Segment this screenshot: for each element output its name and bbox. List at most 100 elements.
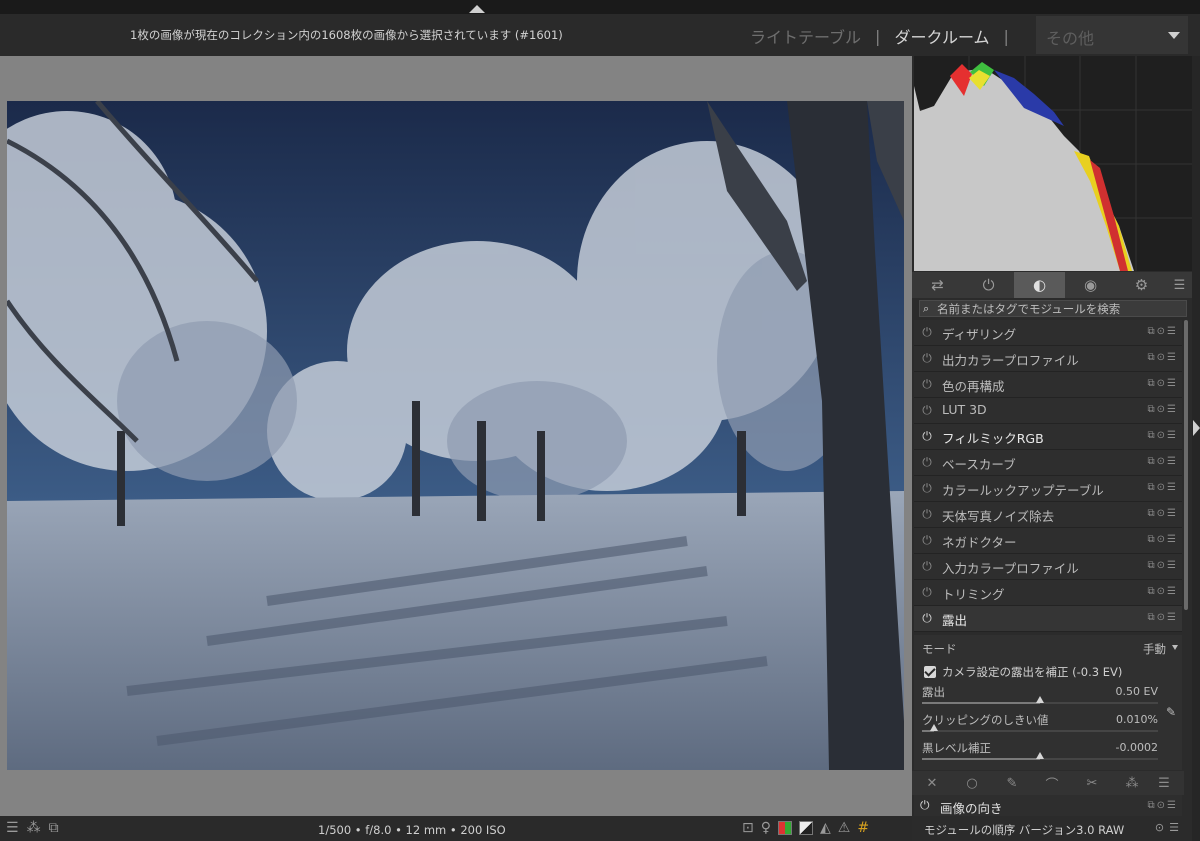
module-row[interactable]: ⏻ フィルミックRGB ⧉⊙☰ <box>914 424 1182 450</box>
reset-icon[interactable]: ⊙ <box>1157 508 1167 519</box>
module-row[interactable]: ⏻ ディザリング ⧉⊙☰ <box>914 320 1182 346</box>
compensate-camera-exposure-checkbox[interactable] <box>924 666 936 678</box>
module-search-input[interactable] <box>937 302 1182 315</box>
module-row[interactable]: ⏻ 出力カラープロファイル ⧉⊙☰ <box>914 346 1182 372</box>
reset-icon[interactable]: ⊙ <box>1157 404 1167 415</box>
presets-icon[interactable]: ☰ <box>1167 430 1178 441</box>
tab-technical-icon[interactable]: ◐ <box>1014 272 1065 298</box>
guides-icon[interactable]: # <box>857 820 869 836</box>
drawn-mask-icon[interactable]: ✎ <box>992 776 1032 791</box>
reset-icon[interactable]: ⊙ <box>1157 482 1167 493</box>
top-panel-toggle-icon[interactable] <box>469 5 485 13</box>
mask-off-icon[interactable]: ✕ <box>912 776 952 791</box>
module-row[interactable]: ⏻ 入力カラープロファイル ⧉⊙☰ <box>914 554 1182 580</box>
power-icon[interactable]: ⏻ <box>920 429 934 443</box>
black-level-slider[interactable]: 黒レベル補正 -0.0002 <box>922 740 1158 768</box>
module-row[interactable]: ⏻ LUT 3D ⧉⊙☰ <box>914 398 1182 424</box>
power-icon[interactable]: ⏻ <box>920 611 934 625</box>
image-preview[interactable] <box>7 101 904 770</box>
copy-instance-icon[interactable]: ⧉ <box>1148 508 1157 519</box>
power-icon[interactable]: ⏻ <box>920 351 934 365</box>
module-row[interactable]: ⏻ ネガドクター ⧉⊙☰ <box>914 528 1182 554</box>
menu-icon[interactable]: ☰ <box>6 820 27 836</box>
clipping-threshold-knob[interactable] <box>930 724 938 731</box>
copy-instance-icon[interactable]: ⧉ <box>1148 534 1157 545</box>
copy-instance-icon[interactable]: ⧉ <box>1148 800 1157 811</box>
copy-instance-icon[interactable]: ⧉ <box>1148 612 1157 623</box>
copy-instance-icon[interactable]: ⧉ <box>1148 586 1157 597</box>
histogram[interactable] <box>914 56 1192 271</box>
tab-quick-access-icon[interactable]: ⇄ <box>912 272 963 298</box>
power-icon[interactable]: ⏻ <box>920 455 934 469</box>
reset-icon[interactable]: ⊙ <box>1157 586 1167 597</box>
gamut-check-icon[interactable]: ◭ <box>820 820 831 836</box>
parametric-mask-icon[interactable]: ⌒ <box>1032 774 1072 793</box>
color-assessment-icon[interactable] <box>778 821 792 835</box>
presets-icon[interactable]: ☰ <box>1167 560 1178 571</box>
drawn-parametric-mask-icon[interactable]: ✂ <box>1072 776 1112 791</box>
right-panel-toggle-icon[interactable] <box>1193 420 1200 436</box>
presets-icon[interactable]: ⁂ <box>27 820 49 836</box>
presets-icon[interactable]: ☰ <box>1167 800 1178 811</box>
reset-icon[interactable]: ⊙ <box>1157 612 1167 623</box>
presets-icon[interactable]: ☰ <box>1167 404 1178 415</box>
reset-icon[interactable]: ⊙ <box>1157 560 1167 571</box>
power-icon[interactable]: ⏻ <box>920 559 934 573</box>
presets-icon[interactable]: ☰ <box>1167 378 1178 389</box>
module-order-info[interactable]: モジュールの順序 バージョン3.0 RAW <box>924 822 1124 838</box>
reset-icon[interactable]: ⊙ <box>1157 352 1167 363</box>
view-lighttable[interactable]: ライトテーブル <box>750 24 861 48</box>
module-row[interactable]: ⏻ トリミング ⧉⊙☰ <box>914 580 1182 606</box>
power-icon[interactable]: ⏻ <box>920 533 934 547</box>
copy-instance-icon[interactable]: ⧉ <box>1148 482 1157 493</box>
softproof-icon[interactable] <box>799 821 813 835</box>
reset-icon[interactable]: ⊙ <box>1157 326 1167 337</box>
presets-icon[interactable]: ☰ <box>1167 586 1178 597</box>
presets-icon[interactable]: ☰ <box>1167 456 1178 467</box>
tab-color-icon[interactable]: ◉ <box>1065 272 1116 298</box>
exposure-slider[interactable]: 露出 0.50 EV <box>922 684 1158 712</box>
copy-instance-icon[interactable]: ⧉ <box>1148 430 1157 441</box>
module-row[interactable]: ⏻ カラールックアップテーブル ⧉⊙☰ <box>914 476 1182 502</box>
presets-icon[interactable]: ☰ <box>1167 482 1178 493</box>
exposure-mode-row[interactable]: モード 手動 <box>922 641 1178 657</box>
reset-icon[interactable]: ⊙ <box>1157 378 1167 389</box>
other-views-dropdown[interactable]: その他 <box>1036 16 1188 54</box>
copy-instance-icon[interactable]: ⧉ <box>1148 378 1157 389</box>
warning-icon[interactable]: ⚠ <box>838 820 851 836</box>
color-picker-icon[interactable]: ✎ <box>1166 705 1176 719</box>
power-icon[interactable]: ⏻ <box>920 507 934 521</box>
presets-icon[interactable]: ☰ <box>1169 821 1184 834</box>
copy-instance-icon[interactable]: ⧉ <box>1148 456 1157 467</box>
copy-instance-icon[interactable]: ⧉ <box>1148 560 1157 571</box>
exposure-slider-knob[interactable] <box>1036 696 1044 703</box>
module-row[interactable]: ⏻ ベースカーブ ⧉⊙☰ <box>914 450 1182 476</box>
presets-icon[interactable]: ☰ <box>1167 352 1178 363</box>
module-orientation[interactable]: ⏻ 画像の向き ⧉⊙☰ <box>914 795 1182 817</box>
copy-instance-icon[interactable]: ⧉ <box>1148 404 1157 415</box>
power-icon[interactable]: ⏻ <box>920 403 934 417</box>
tab-presets-menu-icon[interactable]: ☰ <box>1167 272 1192 298</box>
panel-scrollbar[interactable] <box>1184 320 1188 610</box>
reset-icon[interactable]: ⊙ <box>1157 430 1167 441</box>
power-icon[interactable]: ⏻ <box>920 325 934 339</box>
mask-menu-icon[interactable]: ☰ <box>1152 776 1176 791</box>
tab-effects-icon[interactable]: ⚙ <box>1116 272 1167 298</box>
copy-instance-icon[interactable]: ⧉ <box>1148 352 1157 363</box>
raster-mask-icon[interactable]: ⁂ <box>1112 776 1152 791</box>
black-level-knob[interactable] <box>1036 752 1044 759</box>
copy-instance-icon[interactable]: ⧉ <box>1148 326 1157 337</box>
uniform-mask-icon[interactable]: ○ <box>952 776 992 791</box>
tab-active-modules-icon[interactable]: ⏻ <box>963 272 1014 298</box>
reset-icon[interactable]: ⊙ <box>1155 821 1169 834</box>
power-icon[interactable]: ⏻ <box>920 585 934 599</box>
presets-icon[interactable]: ☰ <box>1167 612 1178 623</box>
presets-icon[interactable]: ☰ <box>1167 508 1178 519</box>
reset-icon[interactable]: ⊙ <box>1157 800 1167 811</box>
presets-icon[interactable]: ☰ <box>1167 534 1178 545</box>
view-darkroom[interactable]: ダークルーム <box>894 24 989 48</box>
module-row[interactable]: ⏻ 天体写真ノイズ除去 ⧉⊙☰ <box>914 502 1182 528</box>
display-icon[interactable]: ⧉ <box>49 820 67 836</box>
clipping-threshold-slider[interactable]: クリッピングのしきい値 0.010% <box>922 712 1158 740</box>
power-icon[interactable]: ⏻ <box>920 481 934 495</box>
